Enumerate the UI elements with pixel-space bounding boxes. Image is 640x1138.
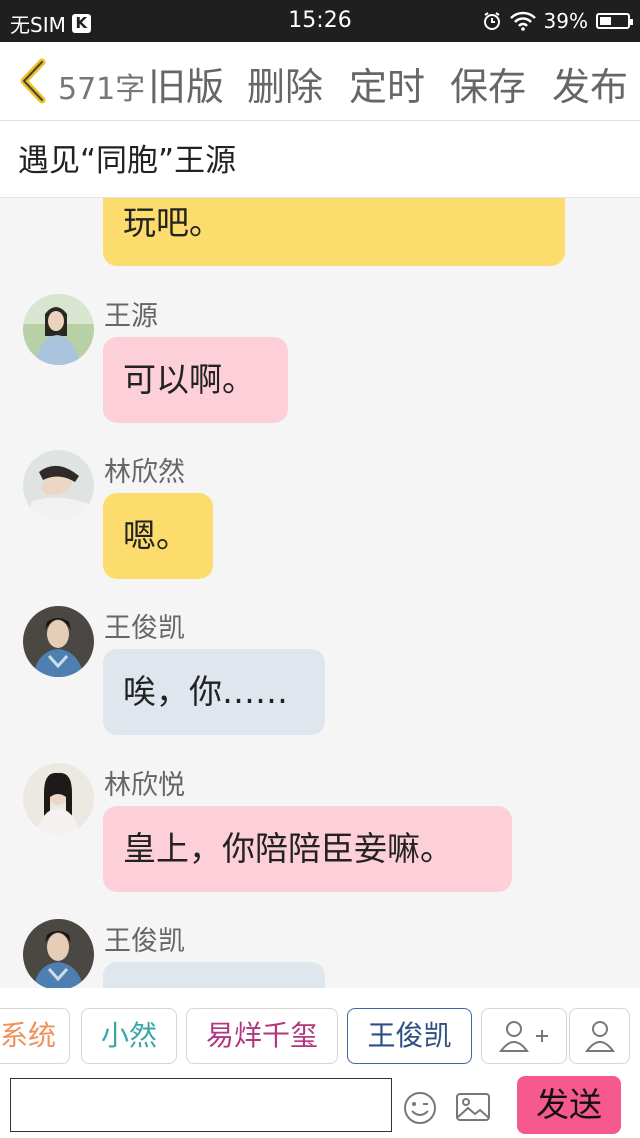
message-text: 嗯。 — [123, 516, 189, 555]
chevron-left-icon[interactable] — [16, 58, 50, 104]
message-bubble[interactable]: 皇上，你陪陪臣妾嘛。 — [103, 806, 512, 892]
character-chip-xiaoran[interactable]: 小然 — [81, 1008, 177, 1064]
schedule-button[interactable]: 定时 — [349, 56, 425, 111]
message-bubble[interactable] — [103, 962, 325, 988]
message-text: 玩吧。 — [123, 203, 222, 242]
character-chip-system[interactable]: 系统 — [0, 1008, 70, 1064]
avatar[interactable] — [23, 919, 94, 988]
story-title[interactable]: 遇见“同胞”王源 — [18, 135, 236, 180]
sender-name: 林欣然 — [104, 457, 185, 488]
status-icons: 39% — [482, 9, 633, 33]
message-text: 皇上，你陪陪臣妾嘛。 — [123, 829, 453, 868]
wifi-icon — [509, 11, 536, 31]
alarm-icon — [483, 12, 500, 30]
sender-name: 王俊凯 — [104, 613, 185, 644]
editor-toolbar: 571字 旧版 删除 定时 保存 发布 — [0, 42, 640, 121]
message-bubble[interactable]: 唉，你…… — [103, 649, 325, 735]
sender-name: 林欣悦 — [104, 770, 185, 801]
send-button[interactable]: 发送 — [517, 1076, 621, 1134]
word-count: 571字 — [58, 72, 146, 107]
status-bar: 无SIM K 15:26 39% — [0, 0, 640, 42]
add-character-button[interactable] — [481, 1008, 567, 1064]
avatar[interactable] — [23, 763, 94, 834]
battery-icon — [596, 13, 633, 29]
story-title-bar: 遇见“同胞”王源 — [0, 121, 640, 198]
character-selector: 系统 小然 易烊千玺 王俊凯 — [0, 988, 640, 1070]
chat-area[interactable]: 玩吧。 王源 可以啊。 林欣然 嗯。 王俊凯 唉，你…… 林欣悦 皇上，你陪陪臣… — [0, 198, 640, 988]
message-bubble[interactable]: 玩吧。 — [103, 198, 565, 266]
manage-characters-button[interactable] — [569, 1008, 630, 1064]
character-chip-yiyangqianxi[interactable]: 易烊千玺 — [186, 1008, 338, 1064]
battery-percent: 39% — [543, 9, 588, 33]
message-input-bar: 发送 — [0, 1070, 640, 1138]
message-bubble[interactable]: 可以啊。 — [103, 337, 288, 423]
message-bubble[interactable]: 嗯。 — [103, 493, 213, 579]
delete-button[interactable]: 删除 — [247, 56, 323, 111]
sender-name: 王源 — [104, 301, 158, 332]
save-button[interactable]: 保存 — [450, 56, 526, 111]
emoji-icon[interactable] — [402, 1090, 438, 1126]
person-icon — [584, 1021, 615, 1052]
message-text: 可以啊。 — [123, 360, 255, 399]
sender-name: 王俊凯 — [104, 926, 185, 957]
avatar[interactable] — [23, 450, 94, 521]
avatar[interactable] — [23, 294, 94, 365]
avatar[interactable] — [23, 606, 94, 677]
message-text: 唉，你…… — [123, 672, 288, 711]
message-input[interactable] — [10, 1078, 392, 1132]
old-version-button[interactable]: 旧版 — [148, 56, 224, 111]
image-icon[interactable] — [455, 1092, 491, 1124]
character-chip-wangjunkai[interactable]: 王俊凯 — [347, 1008, 472, 1064]
publish-button[interactable]: 发布 — [552, 56, 628, 111]
person-add-icon — [499, 1021, 548, 1052]
